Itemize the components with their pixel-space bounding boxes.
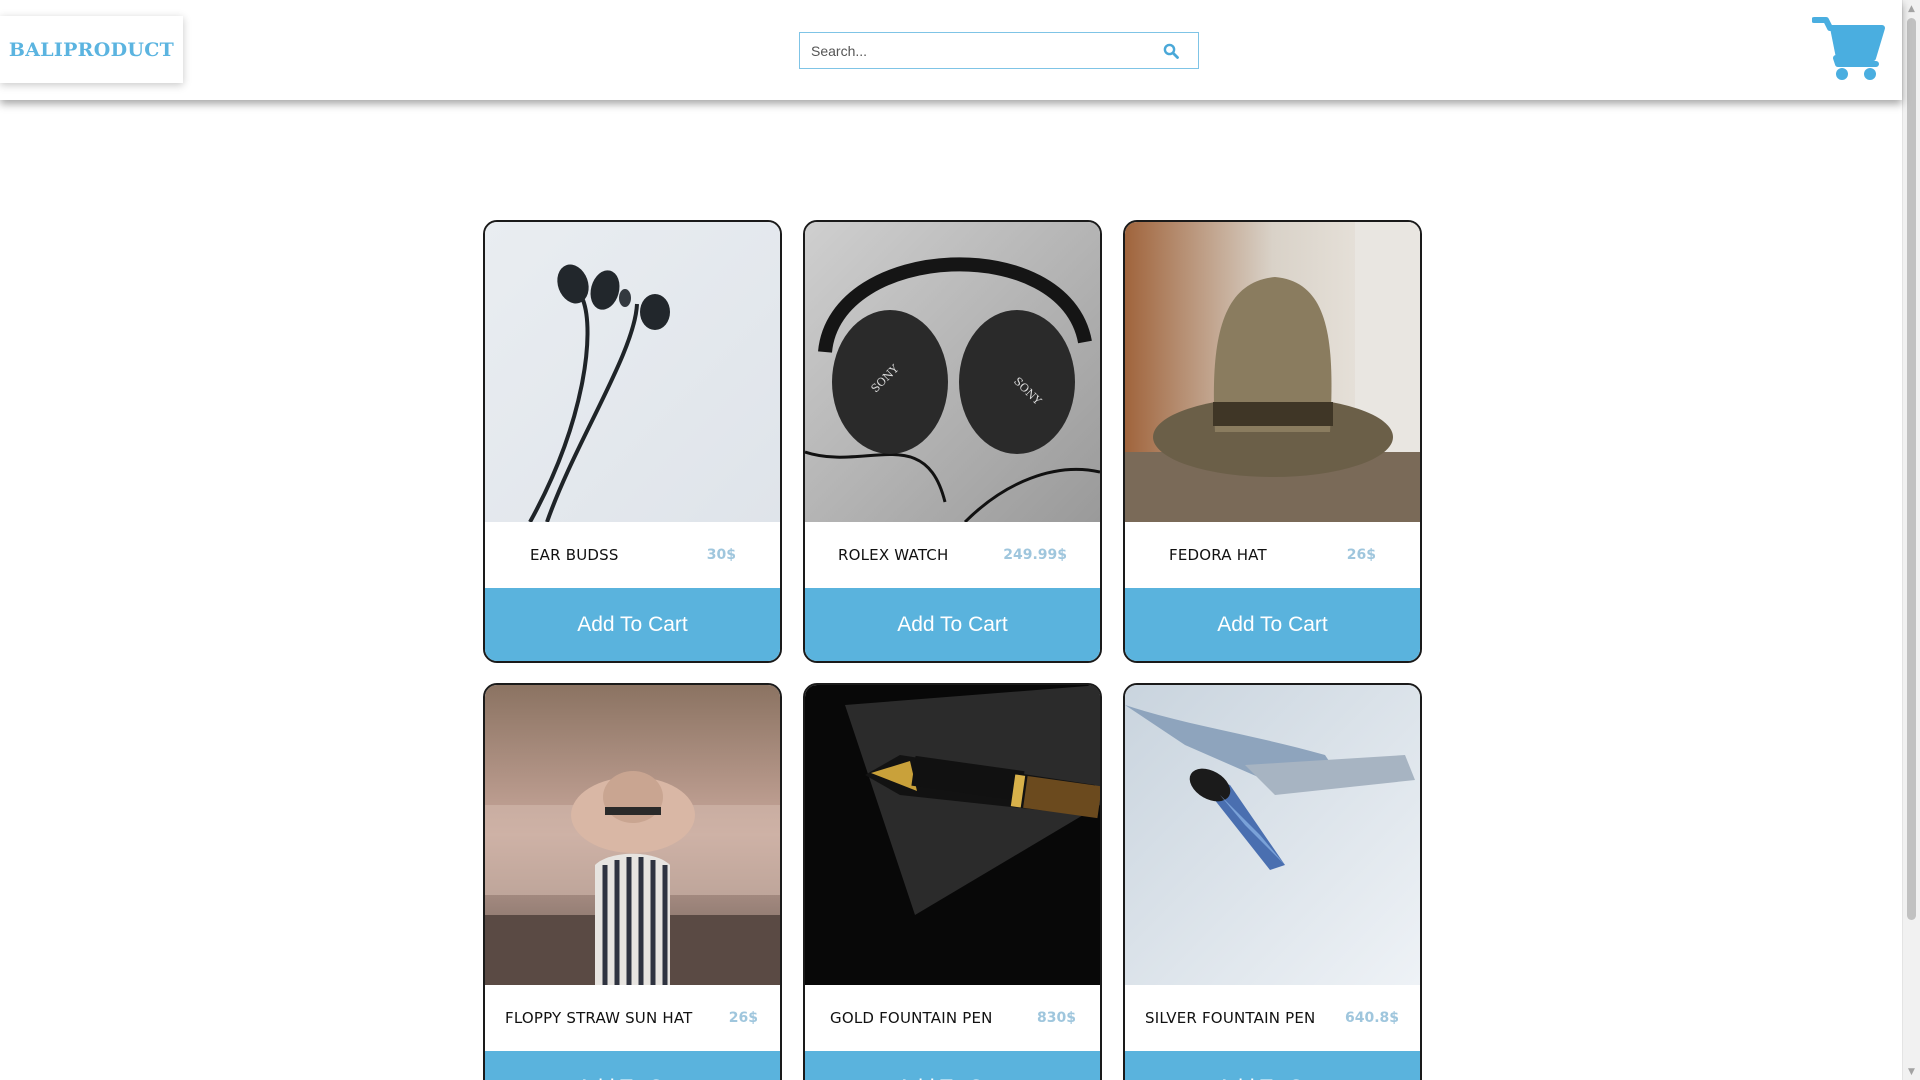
product-info: ROLEX WATCH 249.99$: [805, 522, 1100, 588]
search-button[interactable]: [1144, 33, 1198, 68]
product-price: 30$: [706, 547, 736, 563]
product-image-earbuds: [485, 222, 780, 522]
add-to-cart-button[interactable]: Add To Cart: [485, 1051, 780, 1080]
cart-button[interactable]: [1811, 14, 1886, 84]
product-price: 249.99$: [1003, 547, 1067, 563]
product-info: SILVER FOUNTAIN PEN 640.8$: [1125, 985, 1420, 1051]
product-price: 830$: [1037, 1010, 1076, 1026]
product-card: SONY SONY ROLEX WATCH 249.99$ Add To Car…: [803, 220, 1102, 663]
product-info: EAR BUDSS 30$: [485, 522, 780, 588]
product-info: FLOPPY STRAW SUN HAT 26$: [485, 985, 780, 1051]
logo[interactable]: BALIPRODUCT: [0, 16, 183, 83]
product-card: FEDORA HAT 26$ Add To Cart: [1123, 220, 1422, 663]
search-bar: [799, 32, 1199, 69]
product-card: GOLD FOUNTAIN PEN 830$ Add To Cart: [803, 683, 1102, 1080]
product-image-silver-fountain-pen: [1125, 685, 1420, 985]
scroll-down-arrow-icon[interactable]: ▼: [1903, 1063, 1920, 1080]
scroll-up-arrow-icon[interactable]: ▲: [1903, 0, 1920, 17]
product-name: SILVER FOUNTAIN PEN: [1145, 1009, 1316, 1027]
product-image-headphones: SONY SONY: [805, 222, 1100, 522]
product-price: 26$: [1346, 547, 1376, 563]
product-name: GOLD FOUNTAIN PEN: [830, 1009, 993, 1027]
product-card: SILVER FOUNTAIN PEN 640.8$ Add To Cart: [1123, 683, 1422, 1080]
product-name: FEDORA HAT: [1169, 546, 1267, 564]
product-image-gold-fountain-pen: [805, 685, 1100, 985]
product-card: FLOPPY STRAW SUN HAT 26$ Add To Cart: [483, 683, 782, 1080]
product-price: 640.8$: [1344, 1010, 1399, 1026]
product-info: FEDORA HAT 26$: [1125, 522, 1420, 588]
page: BALIPRODUCT ▲ ▼: [0, 0, 1920, 1080]
product-info: GOLD FOUNTAIN PEN 830$: [805, 985, 1100, 1051]
add-to-cart-button[interactable]: Add To Cart: [1125, 1051, 1420, 1080]
add-to-cart-button[interactable]: Add To Cart: [805, 1051, 1100, 1080]
add-to-cart-button[interactable]: Add To Cart: [1125, 588, 1420, 661]
header: BALIPRODUCT: [0, 0, 1902, 100]
add-to-cart-button[interactable]: Add To Cart: [805, 588, 1100, 661]
search-icon: [1163, 43, 1179, 59]
product-card: EAR BUDSS 30$ Add To Cart: [483, 220, 782, 663]
scroll-thumb[interactable]: [1907, 18, 1916, 920]
product-name: EAR BUDSS: [530, 546, 619, 564]
product-image-straw-sun-hat: [485, 685, 780, 985]
product-name: ROLEX WATCH: [838, 546, 949, 564]
product-price: 26$: [728, 1010, 758, 1026]
scrollbar[interactable]: ▲ ▼: [1902, 0, 1920, 1080]
product-image-fedora-hat: [1125, 222, 1420, 522]
product-name: FLOPPY STRAW SUN HAT: [505, 1009, 693, 1027]
cart-icon: [1811, 17, 1885, 80]
search-input[interactable]: [800, 33, 1144, 68]
add-to-cart-button[interactable]: Add To Cart: [485, 588, 780, 661]
